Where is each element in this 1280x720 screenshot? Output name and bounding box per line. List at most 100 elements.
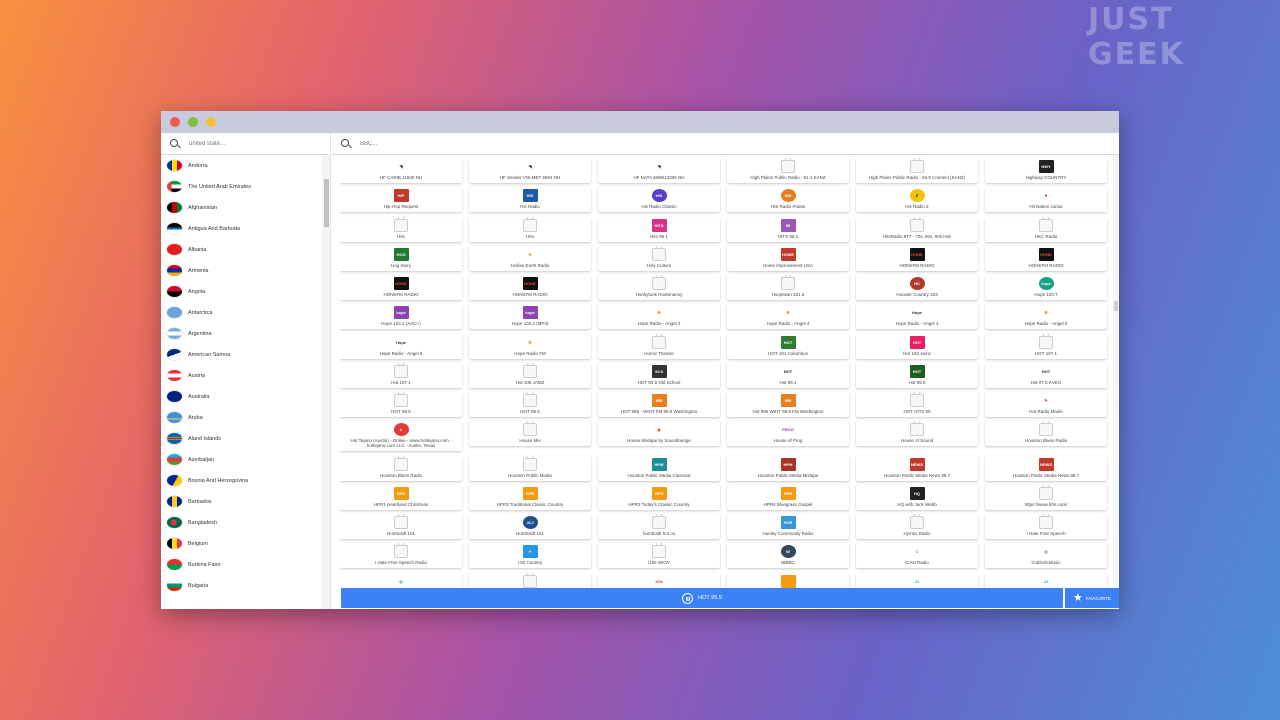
station-card[interactable]: Hymns Radio	[856, 514, 978, 540]
station-card[interactable]: 93.5 HOT 93.5 Old School	[598, 362, 720, 388]
station-card[interactable]: HOT Hot 97.5 KVEG	[985, 362, 1107, 388]
station-card[interactable]: HCR Hunley Community Radio	[727, 514, 849, 540]
country-item[interactable]: Aland Islands	[161, 428, 320, 449]
station-card[interactable]: HOME Home Improvement USA	[727, 245, 849, 271]
country-item[interactable]: Belgium	[161, 533, 320, 554]
country-item[interactable]: Armenia	[161, 260, 320, 281]
station-card[interactable]: ● Hot Tejano (Austin) - Online - www.hott…	[340, 421, 462, 452]
station-card[interactable]: HIP Hip-Hop Request	[340, 187, 462, 213]
station-card[interactable]: HOT Hot 103 Jamz	[856, 333, 978, 359]
maximize-window-button[interactable]	[206, 117, 216, 127]
country-item[interactable]: Burkina Faso	[161, 554, 320, 575]
station-card[interactable]: Humboldt 101	[340, 514, 462, 540]
country-item[interactable]: Argentina	[161, 323, 320, 344]
station-card[interactable]: HONK HONKFM RADIO	[340, 275, 462, 301]
station-card[interactable]: ☀ Hollow Earth Radio	[469, 245, 591, 271]
country-item[interactable]: Aruba	[161, 407, 320, 428]
station-card[interactable]: hope Hope 103.2 (MP3)	[469, 304, 591, 330]
station-card[interactable]: Holy Culture	[598, 245, 720, 271]
station-card[interactable]: HIS HIS Radio Praise	[727, 187, 849, 213]
station-card[interactable]: HIS His Radio	[469, 187, 591, 213]
station-card[interactable]: HOT HITZ 90	[856, 392, 978, 418]
station-card[interactable]: High Plains Public Radio - 94.9 Connect …	[856, 158, 978, 183]
station-card[interactable]: HOT Hot 95.9	[856, 362, 978, 388]
station-card[interactable]: ⚡ i-92 Country	[469, 543, 591, 569]
station-card[interactable]: HPR HPR3 Today's Classic Country	[598, 484, 720, 510]
favourite-button[interactable]: ★ FAVOURITE	[1065, 588, 1119, 608]
station-card[interactable]: NEWS Houston Public Media News 88.7	[985, 455, 1107, 481]
station-card[interactable]: Honkytonk Hootenanny	[598, 275, 720, 301]
minimize-window-button[interactable]	[188, 117, 198, 127]
station-card[interactable]: 96 HITS 96.1	[727, 216, 849, 242]
station-card[interactable]: HQ HQ with Jack Webb	[856, 484, 978, 510]
station-card[interactable]: Hot 107.1	[340, 362, 462, 388]
station-card[interactable]: hope Hope 100.7	[985, 275, 1107, 301]
station-card[interactable]: Hope Hope Radio - Angel 5	[340, 333, 462, 359]
station-card[interactable]: ✺ Hope Radio - Angel 4	[727, 304, 849, 330]
country-item[interactable]: Antarctica	[161, 302, 320, 323]
country-item[interactable]: Barbados	[161, 491, 320, 512]
station-card[interactable]: ◥ HF NATA 5598/13306 NH	[598, 158, 720, 183]
station-card[interactable]: 995 Hot 995 WIHT 99.5 FM Washington	[727, 392, 849, 418]
station-card[interactable]: HONK HONKFM RADIO	[469, 275, 591, 301]
station-card[interactable]: Hits	[469, 216, 591, 242]
station-card[interactable]: HC Hoosier Country 103	[856, 275, 978, 301]
station-card[interactable]: Hope Hope Radio - Angel 4	[856, 304, 978, 330]
country-item[interactable]: Antigua And Barbuda	[161, 218, 320, 239]
station-card[interactable]: W IBBBC	[727, 543, 849, 569]
station-card[interactable]: ◎ iCatholicMusic	[985, 543, 1107, 569]
country-item[interactable]: Bosnia And Herzegovina	[161, 470, 320, 491]
station-card[interactable]: Horror Theatre	[598, 333, 720, 359]
country-item[interactable]: Azerbaijan	[161, 449, 320, 470]
station-card[interactable]: HIS His Radio Classic	[598, 187, 720, 213]
country-item[interactable]: Afghanistan	[161, 197, 320, 218]
station-card[interactable]: ✺ Hope Radio - Angel 5	[985, 304, 1107, 330]
station-card[interactable]: JCJ Humboldt 101	[469, 514, 591, 540]
country-list-scrollbar[interactable]	[322, 155, 330, 609]
station-card[interactable]: HPR HPR4 Bluegrass Gospel	[727, 484, 849, 510]
station-card[interactable]: High Plains Public Radio - 91.1 KANZ	[727, 158, 849, 183]
scrollbar-thumb[interactable]	[1114, 301, 1118, 311]
country-item[interactable]: American Samoa	[161, 344, 320, 365]
station-card[interactable]: ✺ Hope Radio - Angel 3	[598, 304, 720, 330]
country-item[interactable]: Austria	[161, 365, 320, 386]
station-card[interactable]: House of Sound	[856, 421, 978, 447]
station-card[interactable]: ◥ HF CARIB 11530 NH	[340, 158, 462, 183]
station-card[interactable]: HPR HPR1 Heartland Christmas	[340, 484, 462, 510]
station-card[interactable]: Hooptown 101.5	[727, 275, 849, 301]
station-card[interactable]: ♥ Hit Nation Junior	[985, 187, 1107, 213]
station-card[interactable]: Houston Blues Radio	[985, 421, 1107, 447]
station-card[interactable]: I Hate Free Speech Radio	[340, 543, 462, 569]
scrollbar-thumb[interactable]	[324, 179, 329, 227]
station-card[interactable]: HOT 99.5	[469, 392, 591, 418]
station-card[interactable]: ✺ Hope Radio FM	[469, 333, 591, 359]
station-card[interactable]: HONK HONKFM RADIO	[856, 245, 978, 271]
station-card[interactable]: HITS Hits 95.1	[598, 216, 720, 242]
station-card[interactable]: HOT 99.5	[340, 392, 462, 418]
close-window-button[interactable]	[170, 117, 180, 127]
country-item[interactable]: Bangladesh	[161, 512, 320, 533]
station-card[interactable]: HitsRadio 977 - 70s, 80s, 90s Hits	[856, 216, 978, 242]
station-card[interactable]: 995 HOT 995 - WIHT FM 99.5 Washington	[598, 392, 720, 418]
now-playing-button[interactable]: HOT 95.9	[341, 588, 1063, 608]
station-card[interactable]: HOT 107.1	[985, 333, 1107, 359]
station-grid-scrollbar[interactable]	[1113, 155, 1119, 609]
station-card[interactable]: I Hate Free Speech	[985, 514, 1107, 540]
station-card[interactable]: HOT Hot 95.1	[727, 362, 849, 388]
station-card[interactable]: NEWS Houston Public Media News 88.7	[856, 455, 978, 481]
station-card[interactable]: HOG Hog Story	[340, 245, 462, 271]
station-card[interactable]: ◉ House Mixtape by Soundlounge	[598, 421, 720, 447]
station-card[interactable]: Hot 108 JAMZ	[469, 362, 591, 388]
station-card[interactable]: i105 WIOV	[598, 543, 720, 569]
station-card[interactable]: humboldt hot ox	[598, 514, 720, 540]
country-item[interactable]: Bulgaria	[161, 575, 320, 596]
station-card[interactable]: HPM Houston Public Media Mixtape	[727, 455, 849, 481]
station-card[interactable]: HWY Highway COUNTRY	[985, 158, 1107, 183]
station-card[interactable]: Houston Blues Radio	[340, 455, 462, 481]
station-search-input[interactable]	[360, 140, 490, 147]
station-card[interactable]: Z His Radio Z	[856, 187, 978, 213]
station-card[interactable]: Hits	[340, 216, 462, 242]
station-card[interactable]: House Mix	[469, 421, 591, 447]
country-search-input[interactable]	[189, 140, 319, 147]
station-card[interactable]: HKC Radio	[985, 216, 1107, 242]
